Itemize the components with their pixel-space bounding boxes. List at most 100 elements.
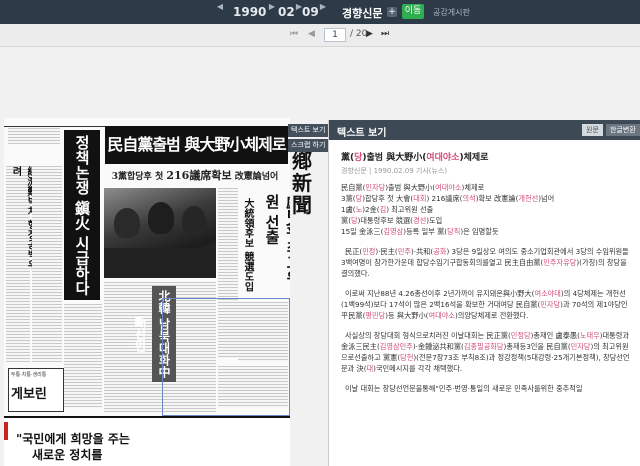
tab-text-view[interactable]: 텍스트 보기 [288, 124, 328, 137]
text-run: 黨( [341, 216, 351, 225]
text-run: 당직 [447, 227, 461, 236]
publication-select[interactable]: 경향신문 [342, 5, 382, 21]
text-run: 김영삼 [383, 227, 404, 236]
text-run: 대회 [413, 194, 427, 203]
text-run: )2金( [362, 205, 380, 214]
year-value[interactable]: 1990 [233, 5, 266, 19]
text-run: 김종필공화당 [463, 342, 504, 351]
text-run: 이로써 지난88년 4.26총선이후 2년가까이 유지돼온與小野大( [345, 289, 535, 298]
lead-line: 黨(당)대통령후보 競選(경선)도입 [341, 215, 633, 226]
text-run: 평민당 [365, 311, 386, 320]
lead-line: 3黨(당)합당후 첫 大會(대회) 216議席(의석)확보 改憲論(개헌선)넘어 [341, 193, 633, 204]
ad-accent-bar [4, 422, 8, 440]
main-subhead: 3黨합당후 첫 216議席확보 改憲論넘어 [111, 169, 279, 182]
first-page-icon[interactable]: ⏮ [290, 29, 298, 39]
text-run: )은 임명할듯 [460, 227, 499, 236]
text-run: 여소야대 [534, 289, 561, 298]
article-paragraph: 民正(민정)·民主(민주)·共和(공화) 3당은 9일상오 여의도 중소기업회관… [341, 246, 633, 279]
text-run: 3黨( [341, 194, 356, 203]
newspaper-masthead: 鄕新聞 [292, 149, 312, 217]
last-page-icon[interactable]: ⏭ [381, 29, 389, 39]
text-run: )출범 與大野小( [385, 183, 436, 192]
year-next-icon[interactable]: ▶ [266, 2, 278, 22]
text-run: 민정당 [510, 331, 531, 340]
lead-line: 15일 金泳三(김영삼)등록 일부 黨(당직)은 임명할듯 [341, 226, 633, 237]
text-view-panel: 텍스트 보기 원문 한글변환 黨(당)출범 與大野小(여대야소)체제로 경향신문… [328, 120, 640, 466]
text-run: 15일 金泳三( [341, 227, 384, 236]
text-run: )도입 [426, 216, 443, 225]
text-run: )·金鍾泌共和黨( [412, 342, 464, 351]
vertical-headline-election: 大統領후보 競選도입 [242, 198, 253, 292]
hangul-convert-tab[interactable]: 한글변환 [606, 124, 640, 136]
side-tabs: 텍스트 보기 스크랩 하기 [288, 124, 328, 154]
text-run: 여대야소 [435, 183, 462, 192]
text-run: ) 216議席( [426, 194, 463, 203]
text-run: 민자당 [365, 183, 386, 192]
text-run: )·民主( [375, 247, 398, 256]
text-run: )넘어 [538, 194, 555, 203]
page-navigation: ⏮ ◀ ▶ ⏭ [0, 24, 640, 47]
text-column [64, 304, 102, 408]
lead-line: 1盧(노)2金(김) 최고위원 선출 [341, 204, 633, 215]
text-run: 당 [351, 216, 358, 225]
article-body: 民自黨(민자당)출범 與大野小(여대야소)체제로 3黨(당)합당후 첫 大會(대회… [341, 182, 633, 403]
text-run: 민정 [362, 247, 376, 256]
news-photo [104, 188, 216, 278]
text-run: 개헌선 [518, 194, 539, 203]
article-title-run: 黨( [341, 153, 355, 163]
text-column [8, 128, 60, 144]
text-run: 여대야소 [428, 311, 455, 320]
article-paragraphs: 民正(민정)·民主(민주)·共和(공화) 3당은 9일상오 여의도 중소기업회관… [341, 246, 633, 394]
text-run: 경선 [412, 216, 427, 225]
text-run: )등록 일부 黨( [403, 227, 448, 236]
bottom-advertisement: "국민에게 희망을 주는 새로운 정치를 [4, 416, 290, 466]
tab-scrap[interactable]: 스크랩 하기 [288, 139, 328, 152]
text-run: )총재등3인을 民自黨( [503, 342, 571, 351]
prev-page-icon[interactable]: ◀ [308, 29, 315, 39]
top-toolbar: ◀ 1990 ▶ 02 ▶ 09 ▶ 경향신문 + 이동 공감게시판 [0, 0, 640, 24]
article-lead: 民自黨(민자당)출범 與大野小(여대야소)체제로 3黨(당)합당후 첫 大會(대회… [341, 182, 633, 237]
text-run: )·共和( [410, 247, 434, 256]
advertisement-geborin: 두통·치통·생리통 게보린 [8, 368, 64, 412]
original-text-tab[interactable]: 원문 [582, 124, 603, 136]
text-run: 당헌 [400, 353, 414, 362]
page-number-input[interactable]: 1 [324, 28, 346, 42]
panel-title: 텍스트 보기 [337, 128, 387, 139]
text-run: )체제로 [461, 183, 485, 192]
text-run: )합당후 첫 大會( [362, 194, 414, 203]
text-run: 민자당 [540, 300, 561, 309]
text-column [32, 166, 62, 362]
text-run: 사실상의 창당대회 형식으로치러진 이날대회는 民正黨( [345, 331, 511, 340]
day-next-icon[interactable]: ▶ [317, 2, 329, 22]
text-run: 이날 대회는 창당선언문을통해"민주·번영·통일의 새로운 민족사를위한 중추적… [345, 384, 583, 393]
article-meta: 경향신문 | 1990.02.09 기사(뉴스) [341, 167, 448, 175]
article-paragraph: 사실상의 창당대회 형식으로치러진 이날대회는 民正黨(민정당)총재인 盧泰愚(… [341, 330, 633, 374]
text-column [218, 366, 288, 408]
page-total: / 20 [350, 29, 368, 39]
text-run: 1盧( [341, 205, 356, 214]
text-run: 민주 [397, 247, 411, 256]
text-run: 民正( [345, 247, 363, 256]
go-button[interactable]: 이동 [402, 4, 424, 19]
text-run: 김영삼민주 [379, 342, 413, 351]
text-run: )대통령후보 競選( [357, 216, 413, 225]
text-run: 의석 [462, 194, 476, 203]
board-link[interactable]: 공감게시판 [433, 7, 470, 18]
lead-line: 民自黨(민자당)출범 與大野小(여대야소)체제로 [341, 182, 633, 193]
article-title-run: )체제로 [459, 153, 489, 163]
text-run: 民自黨( [341, 183, 366, 192]
main-headline: 民自黨출범 與大野小체제로 [105, 126, 288, 164]
year-prev-icon[interactable]: ◀ [214, 2, 226, 22]
newspaper-page-image[interactable]: 經濟難박차 행정공백우려 정책논쟁 鎭火 시급하다 民自黨출범 與大野小체제로 … [4, 118, 290, 466]
text-run: )총재인 盧泰愚( [530, 331, 580, 340]
publication-add-button[interactable]: + [387, 7, 397, 17]
vertical-headline-policy: 정책논쟁 鎭火 시급하다 [64, 130, 100, 300]
article-paragraph: 이로써 지난88년 4.26총선이후 2년가까이 유지돼온與小野大(여소야대 )의… [341, 288, 633, 321]
article-paragraph: 이날 대회는 창당선언문을통해"민주·번영·통일의 새로운 민족사를위한 중추적… [341, 383, 633, 394]
text-run: 노태우 [579, 331, 600, 340]
text-run: )등 與大野小( [385, 311, 429, 320]
article-title: 黨(당)출범 與大野小(여대야소)체제로 [341, 150, 488, 163]
text-run: 민자당 [570, 342, 591, 351]
text-run: )확보 改憲論( [475, 194, 519, 203]
text-run: )의양당체제로 전환했다. [454, 311, 529, 320]
